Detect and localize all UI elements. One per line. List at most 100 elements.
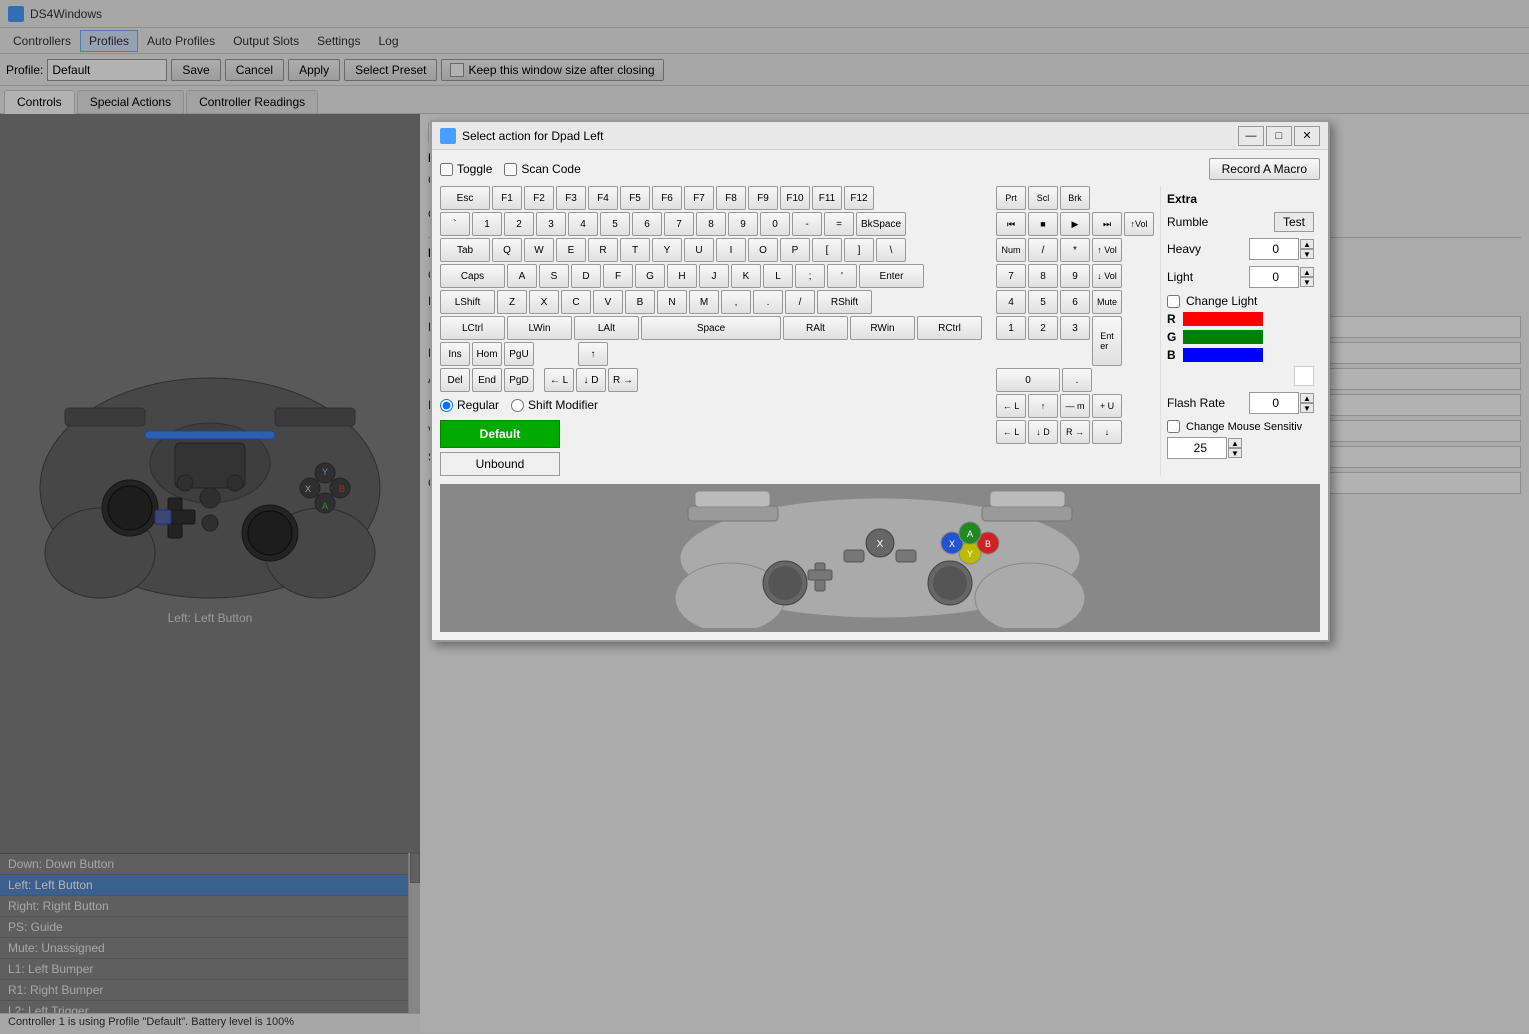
key-q[interactable]: Q — [492, 238, 522, 262]
key-c[interactable]: C — [561, 290, 591, 314]
key-num8[interactable]: 8 — [1028, 264, 1058, 288]
default-button[interactable]: Default — [440, 420, 560, 448]
mouse-sensitivity-input[interactable] — [1167, 437, 1227, 459]
key-num-div[interactable]: / — [1028, 238, 1058, 262]
r-color-bar[interactable] — [1183, 312, 1263, 326]
key-prt[interactable]: Prt — [996, 186, 1026, 210]
toggle-checkbox[interactable] — [440, 163, 453, 176]
key-0[interactable]: 0 — [760, 212, 790, 236]
key-num1[interactable]: 1 — [996, 316, 1026, 340]
key-num5[interactable]: 5 — [1028, 290, 1058, 314]
heavy-input[interactable] — [1249, 238, 1299, 260]
key-e[interactable]: E — [556, 238, 586, 262]
key-f7[interactable]: F7 — [684, 186, 714, 210]
key-quote[interactable]: ' — [827, 264, 857, 288]
key-w[interactable]: W — [524, 238, 554, 262]
key-i[interactable]: I — [716, 238, 746, 262]
key-x[interactable]: X — [529, 290, 559, 314]
key-j[interactable]: J — [699, 264, 729, 288]
key-vol-up[interactable]: ↑ Vol — [1092, 238, 1122, 262]
key-backslash[interactable]: \ — [876, 238, 906, 262]
key-num3[interactable]: 3 — [1060, 316, 1090, 340]
unbound-button[interactable]: Unbound — [440, 452, 560, 476]
test-button[interactable]: Test — [1274, 212, 1314, 232]
key-lbracket[interactable]: [ — [812, 238, 842, 262]
key-comma[interactable]: , — [721, 290, 751, 314]
key-tab[interactable]: Tab — [440, 238, 490, 262]
key-o[interactable]: O — [748, 238, 778, 262]
key-pgdn[interactable]: PgD — [504, 368, 534, 392]
key-d[interactable]: D — [571, 264, 601, 288]
key-hom[interactable]: Hom — [472, 342, 502, 366]
key-6[interactable]: 6 — [632, 212, 662, 236]
key-pgup[interactable]: PgU — [504, 342, 534, 366]
key-del[interactable]: Del — [440, 368, 470, 392]
key-f[interactable]: F — [603, 264, 633, 288]
key-9[interactable]: 9 — [728, 212, 758, 236]
key-lwin[interactable]: LWin — [507, 316, 572, 340]
g-color-bar[interactable] — [1183, 330, 1263, 344]
flash-rate-up-button[interactable]: ▲ — [1300, 393, 1314, 403]
key-play[interactable]: ▶ — [1060, 212, 1090, 236]
key-lctrl[interactable]: LCtrl — [440, 316, 505, 340]
key-f3[interactable]: F3 — [556, 186, 586, 210]
change-mouse-checkbox[interactable] — [1167, 420, 1180, 433]
toggle-checkbox-row[interactable]: Toggle — [440, 162, 492, 176]
flash-rate-down-button[interactable]: ▼ — [1300, 403, 1314, 413]
key-f9[interactable]: F9 — [748, 186, 778, 210]
radio-regular[interactable]: Regular — [440, 398, 499, 412]
key-r[interactable]: R — [588, 238, 618, 262]
record-macro-button[interactable]: Record A Macro — [1209, 158, 1320, 180]
key-num6[interactable]: 6 — [1060, 290, 1090, 314]
key-numminus-left[interactable]: ← L — [996, 394, 1026, 418]
key-numplus[interactable]: + U — [1092, 394, 1122, 418]
color-preview-box[interactable] — [1294, 366, 1314, 386]
key-down[interactable]: ↓ D — [576, 368, 606, 392]
mouse-sensitivity-down-button[interactable]: ▼ — [1228, 448, 1242, 458]
key-backspace[interactable]: BkSpace — [856, 212, 906, 236]
key-num2[interactable]: 2 — [1028, 316, 1058, 340]
key-rctrl[interactable]: RCtrl — [917, 316, 982, 340]
key-g[interactable]: G — [635, 264, 665, 288]
key-vol-down[interactable]: ↓ Vol — [1092, 264, 1122, 288]
key-backtick[interactable]: ` — [440, 212, 470, 236]
key-k[interactable]: K — [731, 264, 761, 288]
key-f10[interactable]: F10 — [780, 186, 810, 210]
key-num9[interactable]: 9 — [1060, 264, 1090, 288]
key-mouse-d[interactable]: ↓ D — [1028, 420, 1058, 444]
key-4[interactable]: 4 — [568, 212, 598, 236]
key-b[interactable]: B — [625, 290, 655, 314]
key-mouse-r[interactable]: R → — [1060, 420, 1090, 444]
key-num[interactable]: Num — [996, 238, 1026, 262]
modal-minimize-button[interactable]: — — [1238, 126, 1264, 146]
key-next[interactable]: ⏭ — [1092, 212, 1122, 236]
key-t[interactable]: T — [620, 238, 650, 262]
radio-regular-input[interactable] — [440, 399, 453, 412]
radio-shift-input[interactable] — [511, 399, 524, 412]
key-f1[interactable]: F1 — [492, 186, 522, 210]
key-n[interactable]: N — [657, 290, 687, 314]
key-p[interactable]: P — [780, 238, 810, 262]
scan-code-checkbox-row[interactable]: Scan Code — [504, 162, 580, 176]
key-num-mul[interactable]: * — [1060, 238, 1090, 262]
key-z[interactable]: Z — [497, 290, 527, 314]
key-f4[interactable]: F4 — [588, 186, 618, 210]
key-8[interactable]: 8 — [696, 212, 726, 236]
change-light-checkbox[interactable] — [1167, 295, 1180, 308]
key-right[interactable]: R → — [608, 368, 638, 392]
key-f11[interactable]: F11 — [812, 186, 842, 210]
key-rbracket[interactable]: ] — [844, 238, 874, 262]
key-rwin[interactable]: RWin — [850, 316, 915, 340]
scan-code-checkbox[interactable] — [504, 163, 517, 176]
key-v[interactable]: V — [593, 290, 623, 314]
key-esc[interactable]: Esc — [440, 186, 490, 210]
key-2[interactable]: 2 — [504, 212, 534, 236]
key-l[interactable]: L — [763, 264, 793, 288]
key-prev[interactable]: ⏮ — [996, 212, 1026, 236]
key-minus[interactable]: - — [792, 212, 822, 236]
key-num-down-arrow[interactable]: ↓ — [1092, 420, 1122, 444]
key-left[interactable]: ← L — [544, 368, 574, 392]
light-input[interactable] — [1249, 266, 1299, 288]
key-mute[interactable]: Mute — [1092, 290, 1122, 314]
key-stop[interactable]: ■ — [1028, 212, 1058, 236]
